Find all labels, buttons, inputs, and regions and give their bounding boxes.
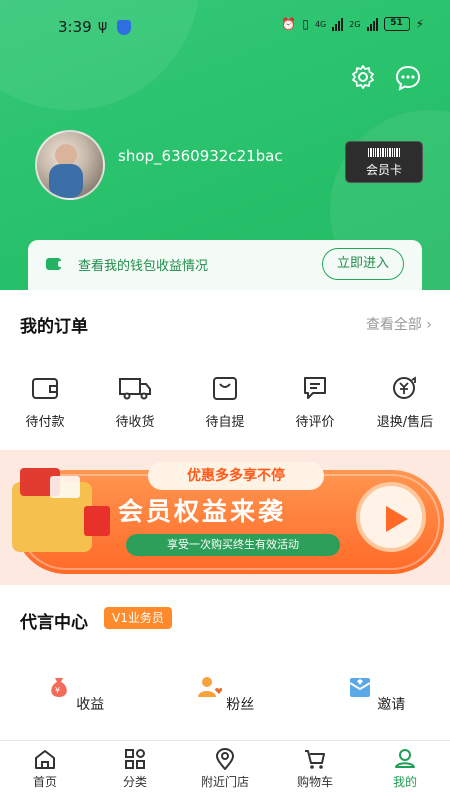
avatar[interactable] (35, 130, 105, 200)
tab-nearby-stores[interactable]: 附近门店 (180, 741, 270, 800)
banner-subline: 享受一次购买终生有效活动 (126, 534, 340, 556)
tab-label: 分类 (122, 775, 147, 789)
member-card-label: 会员卡 (365, 163, 402, 177)
order-label: 待付款 (25, 415, 65, 430)
wallet-icon (46, 258, 63, 270)
tab-label: 我的 (392, 775, 417, 789)
profile-header: 3:39 ψ ⏰ ▯ 4G 2G 51 ⚡ shop_6360932c21bac… (0, 0, 450, 290)
spoke-label: 粉丝 (226, 697, 255, 713)
barcode-icon (346, 148, 422, 157)
banner-tag: 优惠多多享不停 (148, 462, 324, 490)
money-bag-icon: ¥ (51, 678, 67, 697)
bag-icon (213, 377, 237, 400)
view-all-link[interactable]: 查看全部 › (366, 314, 432, 334)
order-label: 待评价 (295, 415, 335, 430)
red-envelope-icon (84, 506, 110, 536)
member-card-button[interactable]: 会员卡 (345, 141, 423, 183)
wallet-text: 查看我的钱包收益情况 (78, 259, 209, 274)
signal-icon (332, 17, 344, 31)
location-icon (215, 748, 235, 770)
home-icon (35, 750, 55, 769)
avatar-photo (49, 164, 83, 198)
gift-box-icon (12, 468, 92, 552)
status-bar: 3:39 ψ ⏰ ▯ 4G 2G 51 ⚡ (0, 14, 450, 42)
fans-icon (197, 677, 222, 697)
order-label: 退换/售后 (376, 415, 434, 430)
signal-label: 2G (349, 19, 361, 29)
spoke-label: 邀请 (377, 697, 406, 713)
alarm-icon: ⏰ (281, 17, 297, 31)
usb-icon: ψ (98, 18, 108, 34)
wallet-banner[interactable]: 查看我的钱包收益情况 立即进入 (28, 240, 422, 290)
tab-label: 购物车 (296, 775, 333, 789)
order-pending-receipt[interactable]: 待收货 (90, 375, 180, 430)
earnings-entry[interactable]: ¥ 收益 (20, 675, 130, 714)
spokesperson-center-section: 代言中心 V1业务员 ¥ 收益 粉丝 邀请 (0, 585, 450, 740)
shield-icon (117, 20, 131, 35)
order-pending-pickup[interactable]: 待自提 (180, 375, 270, 430)
chevron-right-icon: › (426, 317, 432, 333)
banner-headline: 会员权益来袭 (118, 497, 287, 526)
refund-icon (393, 376, 416, 399)
level-badge: V1业务员 (104, 607, 172, 629)
message-icon[interactable] (394, 64, 422, 92)
tab-home[interactable]: 首页 (0, 741, 90, 800)
order-pending-review[interactable]: 待评价 (270, 375, 360, 430)
comment-icon (304, 377, 326, 399)
settings-gear-icon[interactable] (350, 64, 376, 90)
username: shop_6360932c21bac (118, 147, 283, 165)
signal-label: 4G (314, 19, 327, 29)
tab-profile[interactable]: 我的 (360, 741, 450, 800)
section-title: 我的订单 (20, 317, 88, 337)
view-all-label: 查看全部 (365, 317, 422, 333)
battery-icon: 51 (383, 17, 410, 31)
section-title: 代言中心 (20, 613, 88, 633)
charging-icon: ⚡ (415, 17, 424, 31)
status-right: ⏰ ▯ 4G 2G 51 ⚡ (281, 17, 424, 31)
invite-icon (349, 678, 371, 697)
bottom-tab-bar: 首页 分类 附近门店 购物车 我的 (0, 740, 450, 800)
category-icon (125, 749, 145, 769)
avatar-photo (55, 144, 77, 166)
tab-label: 首页 (32, 775, 57, 789)
my-orders-section: 我的订单 查看全部 › 待付款 待收货 待自提 待评价 退换/售后 (0, 290, 450, 450)
tab-category[interactable]: 分类 (90, 741, 180, 800)
truck-icon (119, 378, 151, 400)
fans-entry[interactable]: 粉丝 (170, 675, 280, 714)
status-time: 3:39 (58, 18, 92, 36)
order-pending-payment[interactable]: 待付款 (0, 375, 90, 430)
order-label: 待自提 (205, 415, 245, 430)
signal-icon (366, 17, 378, 31)
order-after-sales[interactable]: 退换/售后 (360, 375, 450, 430)
spoke-label: 收益 (76, 697, 105, 713)
play-icon (356, 482, 426, 552)
tab-label: 附近门店 (200, 775, 249, 789)
wallet-icon (32, 378, 58, 399)
invite-entry[interactable]: 邀请 (321, 675, 431, 714)
order-label: 待收货 (115, 415, 155, 430)
profile-icon (395, 749, 415, 768)
promo-banner[interactable]: 优惠多多享不停 会员权益来袭 享受一次购买终生有效活动 (0, 450, 450, 585)
enter-now-button[interactable]: 立即进入 (322, 248, 404, 280)
vibrate-icon: ▯ (302, 17, 309, 31)
cart-icon (305, 750, 325, 769)
tab-cart[interactable]: 购物车 (270, 741, 360, 800)
svg-text:¥: ¥ (55, 686, 60, 695)
